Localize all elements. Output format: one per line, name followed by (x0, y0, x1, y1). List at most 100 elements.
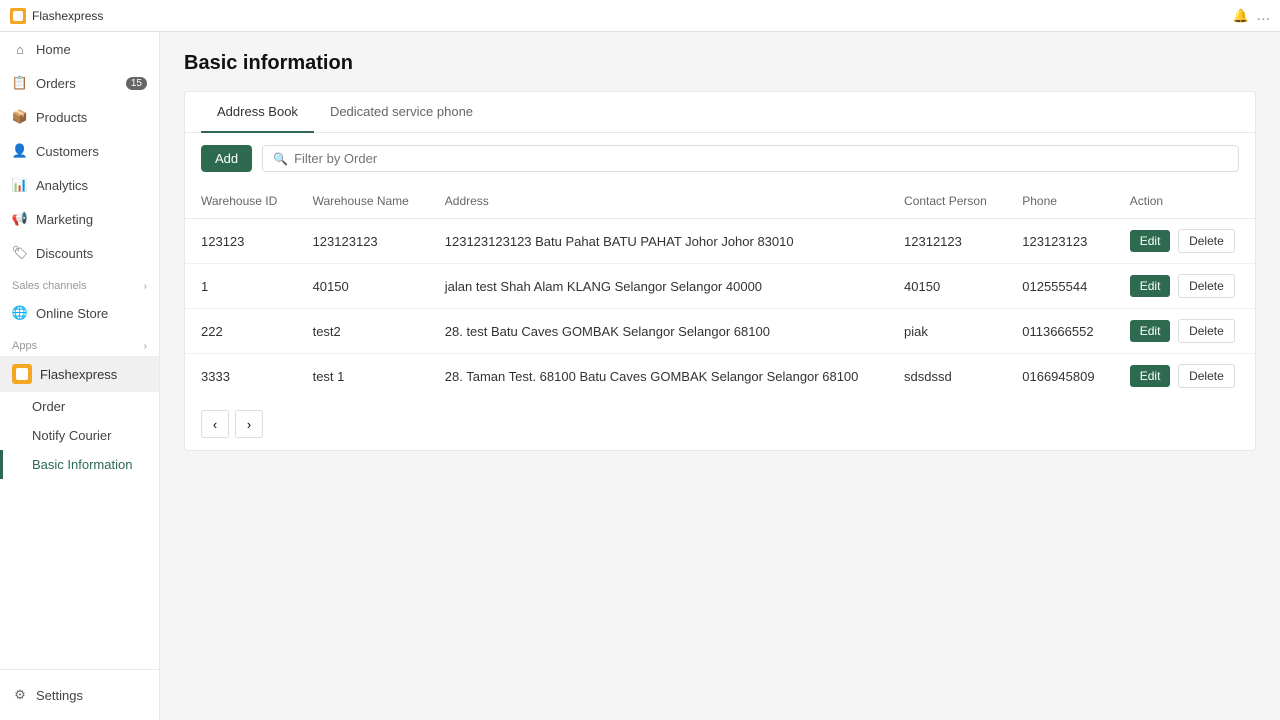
sidebar-app-flashexpress[interactable]: Flashexpress (0, 356, 159, 392)
sidebar-sub-basic-information[interactable]: Basic Information (0, 450, 159, 479)
products-icon: 📦 (12, 109, 28, 125)
sidebar-settings-label: Settings (36, 688, 83, 703)
sidebar-label-products: Products (36, 110, 87, 125)
marketing-icon: 📢 (12, 211, 28, 227)
col-header-address: Address (429, 184, 888, 219)
next-page-button[interactable]: › (235, 410, 263, 438)
titlebar-more-icon[interactable]: ... (1257, 7, 1270, 25)
sidebar-sub-order-label: Order (32, 399, 65, 414)
cell-address: jalan test Shah Alam KLANG Selangor Sela… (429, 264, 888, 309)
table-row: 222 test2 28. test Batu Caves GOMBAK Sel… (185, 309, 1255, 354)
sidebar-item-home[interactable]: ⌂ Home (0, 32, 159, 66)
app-logo-icon (10, 8, 26, 24)
sidebar-sub-basic-information-label: Basic Information (32, 457, 132, 472)
sidebar-sub-order[interactable]: Order (0, 392, 159, 421)
table-row: 123123 123123123 123123123123 Batu Pahat… (185, 219, 1255, 264)
sales-channels-section: Sales channels › (0, 270, 159, 296)
cell-contact-person: sdsdssd (888, 354, 1006, 399)
delete-button[interactable]: Delete (1178, 364, 1235, 388)
sidebar-item-online-store[interactable]: 🌐 Online Store (0, 296, 159, 330)
sidebar-item-analytics[interactable]: 📊 Analytics (0, 168, 159, 202)
sidebar-sub-notify-courier-label: Notify Courier (32, 428, 111, 443)
titlebar: Flashexpress 🔔 ... (0, 0, 1280, 32)
col-header-contact-person: Contact Person (888, 184, 1006, 219)
titlebar-app-name: Flashexpress (32, 9, 103, 23)
customers-icon: 👤 (12, 143, 28, 159)
cell-warehouse-name: 40150 (297, 264, 429, 309)
add-button[interactable]: Add (201, 145, 252, 172)
tabs-container: Address Book Dedicated service phone (185, 92, 1255, 133)
edit-button[interactable]: Edit (1130, 365, 1171, 387)
edit-button[interactable]: Edit (1130, 275, 1171, 297)
discounts-icon: 🏷 (12, 245, 28, 261)
titlebar-left: Flashexpress (10, 8, 103, 24)
sidebar-item-customers[interactable]: 👤 Customers (0, 134, 159, 168)
cell-action: Edit Delete (1114, 264, 1255, 309)
tab-address-book[interactable]: Address Book (201, 92, 314, 133)
apps-section: Apps › (0, 330, 159, 356)
cell-action: Edit Delete (1114, 219, 1255, 264)
sidebar-label-orders: Orders (36, 76, 76, 91)
prev-page-button[interactable]: ‹ (201, 410, 229, 438)
sidebar-item-marketing[interactable]: 📢 Marketing (0, 202, 159, 236)
sidebar-item-discounts[interactable]: 🏷 Discounts (0, 236, 159, 270)
cell-address: 123123123123 Batu Pahat BATU PAHAT Johor… (429, 219, 888, 264)
cell-warehouse-id: 1 (185, 264, 297, 309)
titlebar-right: 🔔 ... (1232, 7, 1270, 25)
app-body: ⌂ Home 📋 Orders 15 📦 Products 👤 Customer… (0, 32, 1280, 720)
cell-phone: 0166945809 (1006, 354, 1114, 399)
sidebar-label-discounts: Discounts (36, 246, 93, 261)
sidebar-sub-notify-courier[interactable]: Notify Courier (0, 421, 159, 450)
table-row: 1 40150 jalan test Shah Alam KLANG Selan… (185, 264, 1255, 309)
col-header-warehouse-name: Warehouse Name (297, 184, 429, 219)
cell-action: Edit Delete (1114, 354, 1255, 399)
online-store-icon: 🌐 (12, 305, 28, 321)
col-header-action: Action (1114, 184, 1255, 219)
settings-icon: ⚙ (12, 687, 28, 703)
apps-chevron-icon[interactable]: › (144, 341, 147, 352)
cell-contact-person: 40150 (888, 264, 1006, 309)
delete-button[interactable]: Delete (1178, 229, 1235, 253)
search-container: 🔍 (262, 145, 1239, 172)
titlebar-bell-icon[interactable]: 🔔 (1232, 8, 1248, 24)
cell-phone: 012555544 (1006, 264, 1114, 309)
toolbar: Add 🔍 (185, 133, 1255, 184)
tab-dedicated-service-phone[interactable]: Dedicated service phone (314, 92, 489, 133)
col-header-phone: Phone (1006, 184, 1114, 219)
cell-warehouse-name: test 1 (297, 354, 429, 399)
sidebar: ⌂ Home 📋 Orders 15 📦 Products 👤 Customer… (0, 32, 160, 720)
cell-action: Edit Delete (1114, 309, 1255, 354)
flashexpress-logo-icon (12, 364, 32, 384)
table-row: 3333 test 1 28. Taman Test. 68100 Batu C… (185, 354, 1255, 399)
page-title: Basic information (184, 52, 1256, 75)
sales-channels-chevron-icon[interactable]: › (144, 281, 147, 292)
orders-badge: 15 (126, 77, 147, 90)
cell-warehouse-id: 123123 (185, 219, 297, 264)
sidebar-item-orders[interactable]: 📋 Orders 15 (0, 66, 159, 100)
table-header-row: Warehouse ID Warehouse Name Address Cont… (185, 184, 1255, 219)
cell-warehouse-id: 222 (185, 309, 297, 354)
sidebar-label-online-store: Online Store (36, 306, 108, 321)
cell-warehouse-name: test2 (297, 309, 429, 354)
delete-button[interactable]: Delete (1178, 319, 1235, 343)
cell-contact-person: piak (888, 309, 1006, 354)
edit-button[interactable]: Edit (1130, 230, 1171, 252)
warehouse-table: Warehouse ID Warehouse Name Address Cont… (185, 184, 1255, 398)
cell-phone: 123123123 (1006, 219, 1114, 264)
main-content: Basic information Address Book Dedicated… (160, 32, 1280, 720)
cell-warehouse-name: 123123123 (297, 219, 429, 264)
sidebar-label-customers: Customers (36, 144, 99, 159)
edit-button[interactable]: Edit (1130, 320, 1171, 342)
sidebar-app-name: Flashexpress (40, 367, 117, 382)
sidebar-label-analytics: Analytics (36, 178, 88, 193)
analytics-icon: 📊 (12, 177, 28, 193)
sidebar-item-products[interactable]: 📦 Products (0, 100, 159, 134)
cell-contact-person: 12312123 (888, 219, 1006, 264)
main-card: Address Book Dedicated service phone Add… (184, 91, 1256, 451)
delete-button[interactable]: Delete (1178, 274, 1235, 298)
home-icon: ⌂ (12, 41, 28, 57)
search-input[interactable] (294, 151, 1228, 166)
sidebar-item-settings[interactable]: ⚙ Settings (0, 678, 159, 712)
sales-channels-label: Sales channels (12, 280, 87, 292)
sidebar-bottom: ⚙ Settings (0, 669, 159, 720)
